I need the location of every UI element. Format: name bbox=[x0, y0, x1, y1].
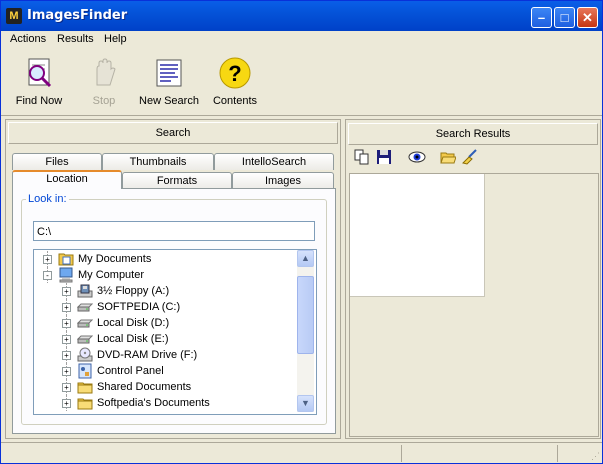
tree-item-label: Local Disk (D:) bbox=[97, 317, 170, 329]
expand-icon[interactable]: + bbox=[62, 367, 71, 376]
window-title: ImagesFinder bbox=[27, 8, 128, 23]
dvd-drive-icon bbox=[77, 347, 93, 363]
find-now-button[interactable]: Find Now bbox=[15, 57, 63, 107]
tree-item-label: Softpedia's Documents bbox=[97, 397, 210, 409]
find-now-icon bbox=[23, 57, 55, 89]
help-icon: ? bbox=[219, 57, 251, 89]
close-icon: ✕ bbox=[582, 10, 593, 25]
chevron-up-icon: ▲ bbox=[301, 253, 310, 263]
results-panel: Search Results bbox=[345, 119, 601, 439]
tree-item-label: My Computer bbox=[78, 269, 145, 281]
copy-icon[interactable] bbox=[354, 149, 370, 165]
scroll-thumb[interactable] bbox=[297, 276, 314, 354]
tree-item-label: Control Panel bbox=[97, 365, 164, 377]
tree-item[interactable]: - My Computer bbox=[34, 267, 296, 283]
save-icon[interactable] bbox=[376, 149, 392, 165]
tree-item-label: Local Disk (E:) bbox=[97, 333, 169, 345]
scroll-up-button[interactable]: ▲ bbox=[297, 250, 314, 267]
status-divider bbox=[401, 445, 402, 462]
look-in-input[interactable]: C:\ bbox=[33, 221, 315, 241]
menu-results[interactable]: Results bbox=[57, 33, 94, 45]
status-divider bbox=[557, 445, 558, 462]
svg-text:?: ? bbox=[228, 61, 241, 86]
new-search-label: New Search bbox=[139, 95, 199, 107]
tree-item-label: Shared Documents bbox=[97, 381, 192, 393]
tab-files[interactable]: Files bbox=[12, 153, 102, 170]
resize-grip-icon[interactable]: ⋰ bbox=[591, 451, 600, 462]
find-now-label: Find Now bbox=[15, 95, 63, 107]
folder-icon bbox=[77, 379, 93, 395]
expand-icon[interactable]: + bbox=[62, 287, 71, 296]
tree-item[interactable]: +3½ Floppy (A:) bbox=[34, 283, 296, 299]
app-icon: M bbox=[6, 8, 22, 24]
menu-help[interactable]: Help bbox=[104, 33, 127, 45]
tab-images[interactable]: Images bbox=[232, 172, 334, 189]
tree-item-label: My Documents bbox=[78, 253, 152, 265]
tab-formats[interactable]: Formats bbox=[122, 172, 232, 189]
status-bar: ⋰ bbox=[1, 442, 602, 464]
new-search-icon bbox=[153, 57, 185, 89]
app-window: M ImagesFinder – □ ✕ Actions Results Hel… bbox=[0, 0, 603, 464]
hard-drive-icon bbox=[76, 315, 94, 331]
tab-location[interactable]: Location bbox=[12, 170, 122, 189]
menu-bar: Actions Results Help bbox=[1, 31, 602, 49]
location-tab-page: Look in: C:\ + My Documents - My Computer +3… bbox=[12, 188, 336, 434]
results-list[interactable] bbox=[349, 173, 599, 437]
hard-drive-icon bbox=[76, 331, 94, 347]
search-header: Search bbox=[8, 122, 338, 144]
tree-item[interactable]: + Control Panel bbox=[34, 363, 296, 379]
expand-icon[interactable]: + bbox=[62, 351, 71, 360]
scroll-down-button[interactable]: ▼ bbox=[297, 395, 314, 412]
folder-tree[interactable]: + My Documents - My Computer +3½ Floppy (A:)… bbox=[33, 249, 317, 415]
new-search-button[interactable]: New Search bbox=[139, 57, 199, 107]
menu-actions[interactable]: Actions bbox=[10, 33, 46, 45]
tree-item[interactable]: + Local Disk (D:) bbox=[34, 315, 296, 331]
stop-button[interactable]: Stop bbox=[87, 57, 121, 107]
expand-icon[interactable]: + bbox=[62, 303, 71, 312]
tree-item-label: DVD-RAM Drive (F:) bbox=[97, 349, 198, 361]
expand-icon[interactable]: + bbox=[62, 319, 71, 328]
stop-label: Stop bbox=[92, 95, 116, 107]
contents-button[interactable]: ? Contents bbox=[211, 57, 259, 107]
close-button[interactable]: ✕ bbox=[577, 7, 598, 28]
tree-item-label: 3½ Floppy (A:) bbox=[97, 285, 170, 297]
folder-icon bbox=[77, 395, 93, 411]
contents-label: Contents bbox=[212, 95, 258, 107]
my-computer-icon bbox=[58, 267, 74, 283]
floppy-drive-icon bbox=[77, 283, 93, 299]
tree-item[interactable]: + Local Disk (E:) bbox=[34, 331, 296, 347]
toolbar: Find Now Stop New Search ? Contents bbox=[1, 51, 602, 116]
tree-item[interactable]: + Softpedia's Documents bbox=[34, 395, 296, 411]
clear-brush-icon[interactable] bbox=[462, 149, 478, 165]
tree-scrollbar[interactable]: ▲ ▼ bbox=[297, 250, 314, 412]
look-in-label: Look in: bbox=[28, 193, 67, 205]
expand-icon[interactable]: + bbox=[62, 399, 71, 408]
results-header: Search Results bbox=[348, 123, 598, 145]
minimize-button[interactable]: – bbox=[531, 7, 552, 28]
tree-item[interactable]: + My Documents bbox=[34, 251, 296, 267]
tree-item-label: SOFTPEDIA (C:) bbox=[97, 301, 181, 313]
title-bar[interactable]: M ImagesFinder – □ ✕ bbox=[1, 1, 602, 31]
minimize-icon: – bbox=[537, 10, 546, 25]
maximize-icon: □ bbox=[560, 10, 569, 25]
expand-icon[interactable]: + bbox=[43, 255, 52, 264]
maximize-button[interactable]: □ bbox=[554, 7, 575, 28]
tab-intellosearch[interactable]: IntelloSearch bbox=[214, 153, 334, 170]
collapse-icon[interactable]: - bbox=[43, 271, 52, 280]
my-documents-icon bbox=[58, 251, 74, 267]
search-panel: Search Files Thumbnails IntelloSearch Lo… bbox=[5, 119, 341, 439]
tree-item[interactable]: + DVD-RAM Drive (F:) bbox=[34, 347, 296, 363]
expand-icon[interactable]: + bbox=[62, 335, 71, 344]
expand-icon[interactable]: + bbox=[62, 383, 71, 392]
view-eye-icon[interactable] bbox=[408, 149, 426, 165]
stop-icon bbox=[88, 57, 120, 89]
tab-thumbnails[interactable]: Thumbnails bbox=[102, 153, 214, 170]
tree-item[interactable]: + SOFTPEDIA (C:) bbox=[34, 299, 296, 315]
chevron-down-icon: ▼ bbox=[301, 398, 310, 408]
tree-item[interactable]: + Shared Documents bbox=[34, 379, 296, 395]
hard-drive-icon bbox=[76, 299, 94, 315]
control-panel-icon bbox=[77, 363, 93, 379]
open-folder-icon[interactable] bbox=[440, 149, 457, 165]
